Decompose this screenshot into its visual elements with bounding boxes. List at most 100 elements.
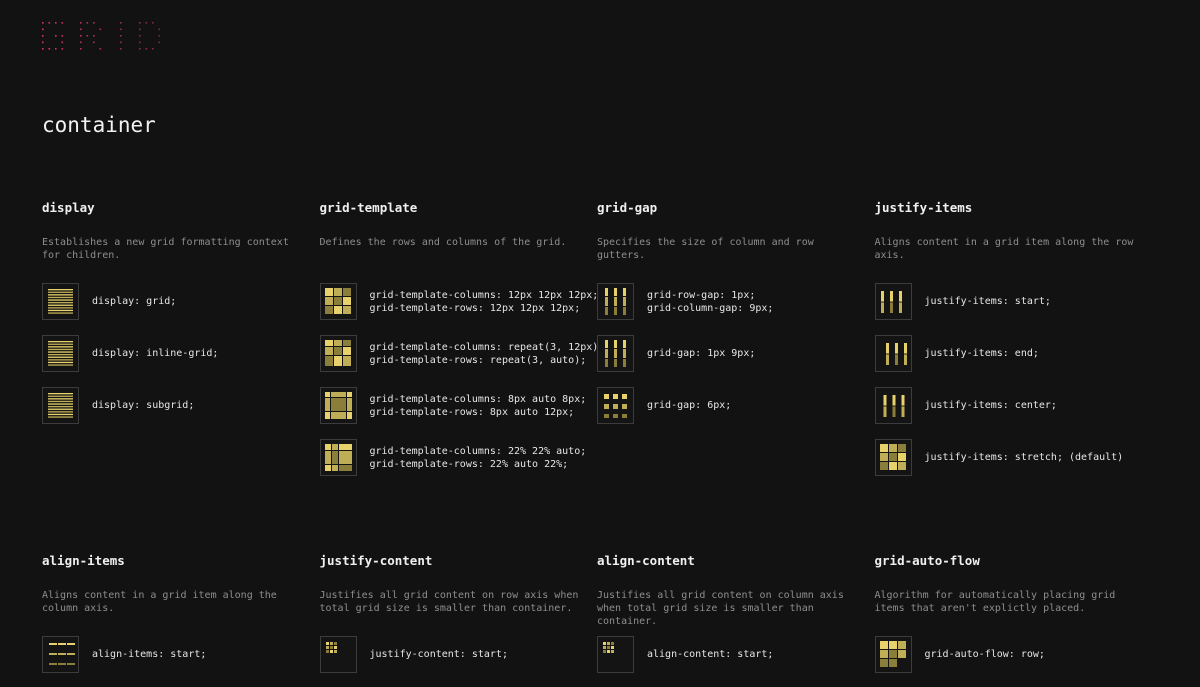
- examples-list: justify-items: start; justify-items: end;…: [874, 282, 1153, 477]
- logo-dot: [145, 22, 148, 24]
- example-thumbnail: [597, 387, 634, 424]
- property-description: Establishes a new grid formatting contex…: [42, 237, 289, 261]
- example-thumbnail: [319, 335, 357, 372]
- example-item[interactable]: display: grid;: [42, 282, 320, 321]
- example-code: justify-content: start;: [369, 649, 508, 660]
- logo-dot: [42, 35, 44, 37]
- grid-auto-flow-row-icon: [879, 641, 906, 667]
- logo-dot: [120, 35, 122, 37]
- example-item[interactable]: grid-template-columns: repeat(3, 12px); …: [319, 334, 604, 373]
- example-code: justify-items: center;: [924, 400, 1057, 411]
- justify-items-stretch-icon: [879, 444, 906, 470]
- example-item[interactable]: justify-items: center;: [874, 386, 1153, 425]
- example-code: grid-gap: 6px;: [647, 400, 732, 411]
- example-item[interactable]: grid-gap: 1px 9px;: [597, 334, 875, 373]
- display-grid-icon: [48, 289, 73, 314]
- example-item[interactable]: grid-auto-flow: row;: [874, 635, 1153, 674]
- logo-dot: [120, 48, 122, 50]
- example-item[interactable]: grid-row-gap: 1px; grid-column-gap: 9px;: [597, 282, 875, 321]
- property-display: display Establishes a new grid formatting…: [42, 200, 320, 490]
- property-grid-gap: grid-gap Specifies the size of column and…: [597, 200, 875, 490]
- example-item[interactable]: display: subgrid;: [42, 386, 320, 425]
- align-items-start-icon: [49, 643, 75, 665]
- example-item[interactable]: justify-items: start;: [874, 282, 1153, 321]
- logo-dot: [86, 22, 89, 24]
- examples-list: grid-template-columns: 12px 12px 12px; g…: [319, 282, 604, 477]
- logo-dot: [80, 48, 82, 50]
- example-thumbnail: [874, 335, 912, 372]
- example-code: grid-template-columns: 12px 12px 12px; g…: [369, 289, 599, 314]
- example-thumbnail: [319, 636, 357, 673]
- logo-dot: [61, 41, 64, 44]
- properties-row-2: align-items Aligns content in a grid item…: [42, 553, 1162, 687]
- example-code: grid-gap: 1px 9px;: [647, 348, 756, 359]
- logo-dot: [93, 22, 95, 24]
- property-description: Aligns content in a grid item along the …: [42, 590, 277, 614]
- logo-dot: [61, 35, 64, 37]
- logo-dot: [42, 22, 44, 24]
- section-title: container: [42, 113, 156, 137]
- example-code: align-items: start;: [92, 649, 207, 660]
- example-thumbnail: [42, 335, 79, 372]
- example-thumbnail: [597, 283, 634, 320]
- property-justify-content: justify-content Justifies all grid conten…: [319, 553, 598, 687]
- example-item[interactable]: align-items: start;: [42, 635, 320, 674]
- example-item[interactable]: align-content: start;: [597, 635, 875, 674]
- example-thumbnail: [874, 387, 912, 424]
- logo-dot: [42, 28, 44, 31]
- example-code: display: inline-grid;: [92, 348, 219, 359]
- example-item[interactable]: grid-template-columns: 12px 12px 12px; g…: [319, 282, 599, 321]
- examples-list: grid-row-gap: 1px; grid-column-gap: 9px;…: [597, 282, 875, 425]
- logo-dot: [158, 28, 161, 31]
- example-item[interactable]: grid-template-columns: 22% 22% auto; gri…: [319, 438, 598, 477]
- logo-dot: [152, 48, 154, 50]
- examples-list: align-content: start;: [597, 635, 875, 674]
- logo-dot: [61, 22, 64, 24]
- display-subgrid-icon: [48, 393, 73, 418]
- example-code: grid-template-columns: repeat(3, 12px); …: [369, 341, 605, 366]
- property-description: Specifies the size of column and row gut…: [597, 237, 814, 261]
- example-item[interactable]: grid-gap: 6px;: [597, 386, 875, 425]
- grid-gap-shorthand-icon: [605, 340, 626, 367]
- property-description: Algorithm for automatically placing grid…: [874, 590, 1116, 614]
- properties-row-1: display Establishes a new grid formatting…: [42, 200, 1162, 490]
- example-item[interactable]: justify-items: end;: [874, 334, 1153, 373]
- example-item[interactable]: justify-content: start;: [319, 635, 598, 674]
- example-thumbnail: [42, 636, 79, 673]
- grid-logo[interactable]: [41, 20, 163, 54]
- example-item[interactable]: grid-template-columns: 8px auto 8px; gri…: [319, 386, 598, 425]
- justify-items-end-icon: [885, 343, 907, 365]
- grid-gap-single-icon: [604, 394, 627, 418]
- property-justify-items: justify-items Aligns content in a grid it…: [874, 200, 1153, 490]
- justify-items-start-icon: [880, 291, 902, 313]
- logo-dot: [120, 41, 122, 44]
- logo-dot: [93, 41, 95, 44]
- display-inline-grid-icon: [48, 341, 73, 366]
- example-thumbnail: [319, 387, 357, 424]
- logo-dot: [80, 28, 82, 31]
- logo-dot: [48, 22, 51, 24]
- example-code: grid-auto-flow: row;: [924, 649, 1045, 660]
- example-item[interactable]: display: inline-grid;: [42, 334, 320, 373]
- example-thumbnail: [319, 283, 357, 320]
- logo-dot: [55, 35, 57, 37]
- property-title: justify-content: [319, 553, 433, 568]
- property-description: Defines the rows and columns of the grid…: [319, 237, 567, 248]
- logo-dot: [80, 22, 82, 24]
- example-item[interactable]: justify-items: stretch; (default): [874, 438, 1153, 477]
- example-code: grid-row-gap: 1px; grid-column-gap: 9px;: [647, 289, 774, 314]
- logo-dot: [55, 22, 57, 24]
- examples-list: grid-auto-flow: row;: [874, 635, 1153, 674]
- example-thumbnail: [319, 439, 357, 476]
- logo-dot: [80, 41, 82, 44]
- property-title: grid-auto-flow: [874, 553, 980, 568]
- example-code: align-content: start;: [647, 649, 774, 660]
- property-title: align-content: [597, 553, 695, 568]
- logo-dot: [145, 48, 148, 50]
- align-content-start-icon: [603, 642, 614, 653]
- grid-template-fixed-icon: [324, 288, 351, 314]
- property-grid-template: grid-template Defines the rows and column…: [319, 200, 604, 490]
- property-description: Justifies all grid content on row axis w…: [319, 590, 579, 614]
- logo-dot: [120, 28, 122, 31]
- logo-dot: [86, 35, 89, 37]
